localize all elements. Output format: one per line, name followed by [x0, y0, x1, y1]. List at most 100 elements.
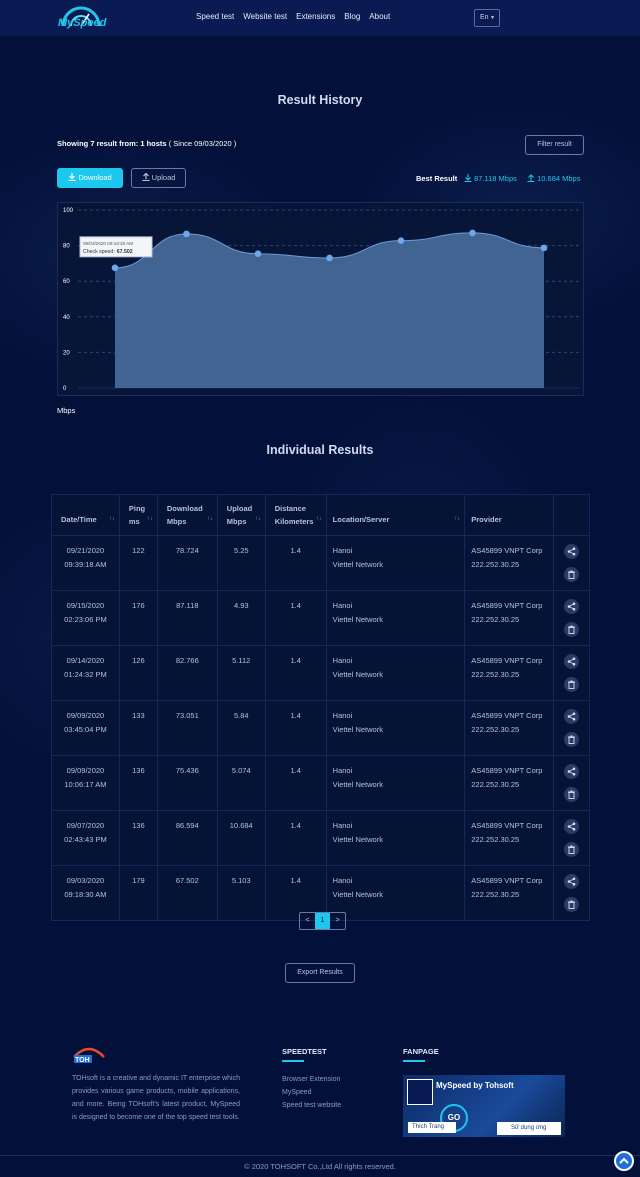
download-tab-label: Download	[78, 173, 112, 182]
footer-fanpage-underline	[403, 1060, 425, 1062]
fanpage-like-button[interactable]: Thích Trang	[408, 1122, 456, 1133]
cell-provider-ip: 222.252.30.25	[471, 670, 520, 679]
nav-extensions[interactable]: Extensions	[296, 12, 335, 21]
table-row: 09/07/2020 02:43:43 PM 136 86.594 10.684 1.4 H…	[51, 810, 590, 866]
upload-tab-button[interactable]: Upload	[131, 168, 186, 188]
cell-location: Hanoi Viettel Network	[325, 535, 466, 591]
data-point[interactable]	[326, 254, 333, 262]
area-chart-svg: 0 20 40 60 80 100 09/03/2020 09:18:30 AM Check …	[63, 208, 580, 392]
data-point[interactable]	[397, 237, 405, 244]
nav-about[interactable]: About	[369, 12, 390, 21]
cell-actions	[553, 645, 590, 701]
header-location[interactable]: Location/Server ↑↓	[325, 494, 466, 536]
footer-speedtest-heading: SPEEDTEST	[282, 1047, 327, 1056]
trash-icon[interactable]	[564, 622, 580, 637]
export-results-button[interactable]: Export Results	[285, 963, 355, 983]
header-distance-label: Distance	[274, 504, 306, 513]
cell-provider-name: AS45899 VNPT Corp	[471, 876, 543, 885]
cell-server: Viettel Network	[332, 780, 383, 789]
cell-time: 09:18:30 AM	[64, 890, 107, 899]
cell-city: Hanoi	[332, 546, 353, 555]
cell-provider-name: AS45899 VNPT Corp	[471, 711, 543, 720]
best-upload: 10.684 Mbps	[527, 174, 580, 183]
cell-provider-ip: 222.252.30.25	[471, 725, 520, 734]
trash-icon[interactable]	[564, 677, 580, 692]
pagination-page-1[interactable]: 1	[315, 913, 330, 929]
y-tick-label: 100	[63, 208, 74, 214]
cell-ping: 179	[118, 865, 158, 921]
data-point[interactable]	[540, 244, 548, 252]
trash-icon[interactable]	[564, 842, 580, 857]
pagination-prev[interactable]: <	[300, 913, 315, 929]
footer-speedtest-links: Browser Extension MySpeed Speed test web…	[282, 1073, 341, 1112]
chart-tooltip: 09/03/2020 09:18:30 AM Check speed: 67.502	[79, 236, 153, 258]
share-icon[interactable]	[564, 819, 580, 834]
cell-time: 02:43:43 PM	[64, 835, 107, 844]
data-point[interactable]	[254, 250, 262, 258]
footer-link-browser-extension[interactable]: Browser Extension	[282, 1073, 341, 1086]
y-tick-label: 80	[63, 244, 70, 250]
tohsoft-logo: TOH	[73, 1047, 105, 1064]
header-download[interactable]: Download Mbps ↑↓	[156, 494, 218, 536]
nav-speed-test[interactable]: Speed test	[196, 12, 234, 21]
tooltip-date: 09/03/2020 09:18:30 AM	[83, 241, 133, 246]
trash-icon[interactable]	[564, 787, 580, 802]
cell-provider: AS45899 VNPT Corp 222.252.30.25	[464, 645, 555, 701]
chevron-up-icon	[619, 1157, 629, 1164]
share-icon[interactable]	[564, 544, 580, 559]
header-ping-unit: ms	[128, 517, 140, 526]
cell-location: Hanoi Viettel Network	[325, 590, 466, 646]
y-tick-label: 20	[63, 350, 70, 356]
data-point[interactable]	[469, 229, 476, 237]
trash-icon[interactable]	[564, 567, 580, 582]
cell-ping: 176	[118, 590, 158, 646]
share-icon[interactable]	[564, 709, 580, 724]
header-ping[interactable]: Ping ms ↑↓	[118, 494, 158, 536]
cell-provider-ip: 222.252.30.25	[471, 780, 520, 789]
svg-text:TOH: TOH	[75, 1057, 90, 1064]
cell-date-time: 09/09/2020 10:06:17 AM	[51, 755, 120, 811]
share-icon[interactable]	[564, 654, 580, 669]
trash-icon[interactable]	[564, 732, 580, 747]
download-tab-button[interactable]: Download	[57, 168, 123, 188]
nav-website-test[interactable]: Website test	[243, 12, 287, 21]
cell-time: 10:06:17 AM	[64, 780, 107, 789]
individual-results-title: Individual Results	[266, 443, 374, 457]
fanpage-use-app-button[interactable]: Sử dụng ứng dụng	[497, 1122, 561, 1135]
header-upload[interactable]: Upload Mbps ↑↓	[216, 494, 266, 536]
language-select[interactable]: En ▼	[474, 9, 500, 27]
download-arrow-icon	[464, 174, 472, 182]
pagination-next[interactable]: >	[330, 913, 345, 929]
header-provider-label: Provider	[471, 515, 502, 524]
scroll-to-top-button[interactable]	[614, 1151, 634, 1171]
trash-icon[interactable]	[564, 897, 580, 912]
cell-download: 73.051	[156, 700, 218, 756]
best-upload-value: 10.684 Mbps	[537, 174, 581, 183]
data-point[interactable]	[111, 264, 119, 272]
cell-provider-name: AS45899 VNPT Corp	[471, 601, 543, 610]
data-point[interactable]	[183, 230, 190, 238]
cell-time: 01:24:32 PM	[64, 670, 107, 679]
cell-date-time: 09/07/2020 02:43:43 PM	[51, 810, 120, 866]
share-icon[interactable]	[564, 764, 580, 779]
sort-icon: ↑↓	[315, 516, 322, 522]
footer-link-speed-test-website[interactable]: Speed test website	[282, 1099, 341, 1112]
fanpage-widget[interactable]: MySpeed by Tohsoft GO Thích Trang Sử dụn…	[403, 1075, 565, 1137]
share-icon[interactable]	[564, 874, 580, 889]
table-row: 09/14/2020 01:24:32 PM 126 82.766 5.112 1.4 Ha…	[51, 645, 590, 701]
cell-ping: 136	[118, 810, 158, 866]
footer-link-myspeed[interactable]: MySpeed	[282, 1086, 341, 1099]
cell-download: 75.436	[156, 755, 218, 811]
cell-city: Hanoi	[332, 601, 353, 610]
cell-city: Hanoi	[332, 711, 353, 720]
header-distance[interactable]: Distance Kilometers ↑↓	[264, 494, 327, 536]
cell-provider-name: AS45899 VNPT Corp	[471, 546, 543, 555]
footer-about-text: TOHsoft is a creative and dynamic IT ent…	[72, 1075, 240, 1121]
cell-upload: 5.84	[216, 700, 266, 756]
header-actions	[553, 494, 590, 536]
nav-blog[interactable]: Blog	[344, 12, 360, 21]
header-date-time[interactable]: Date/Time ↑↓	[51, 494, 120, 536]
share-icon[interactable]	[564, 599, 580, 614]
chart-unit-label: Mbps	[57, 406, 76, 415]
filter-result-button[interactable]: Filter result	[525, 135, 584, 155]
